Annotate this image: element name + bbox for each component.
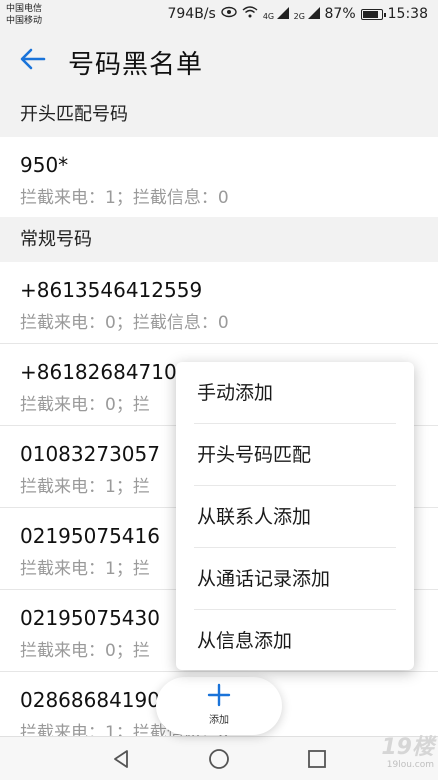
phone-number: +8613546412559 bbox=[20, 278, 203, 302]
network-speed: 794B/s bbox=[167, 6, 216, 22]
add-options-menu: 手动添加 开头号码匹配 从联系人添加 从通话记录添加 从信息添加 bbox=[176, 362, 414, 670]
signal-2g-icon: 2G bbox=[294, 7, 320, 21]
menu-item-add-from-call-log[interactable]: 从通话记录添加 bbox=[194, 548, 396, 610]
battery-icon bbox=[360, 8, 386, 20]
menu-item-add-from-contacts[interactable]: 从联系人添加 bbox=[194, 486, 396, 548]
section-header-prefix: 开头匹配号码 bbox=[0, 92, 438, 137]
navigation-bar: 19楼 19lou.com bbox=[0, 736, 438, 780]
battery-fill bbox=[362, 10, 378, 18]
arrow-left-icon bbox=[20, 48, 46, 70]
carrier-1: 中国电信 bbox=[6, 4, 43, 14]
status-bar: 中国电信 中国移动 794B/s 4G 2G 87% 15:38 bbox=[0, 0, 438, 30]
list-item[interactable]: +8613546412559 拦截来电：0；拦截信息：0 bbox=[0, 262, 438, 344]
page-title: 号码黑名单 bbox=[68, 50, 204, 80]
phone-number: 950* bbox=[20, 153, 69, 177]
nav-back-button[interactable] bbox=[110, 747, 134, 771]
menu-item-manual-add[interactable]: 手动添加 bbox=[194, 362, 396, 424]
recents-square-icon bbox=[308, 750, 326, 768]
block-stats: 拦截来电：0；拦截信息：0 bbox=[20, 313, 229, 333]
menu-item-add-from-messages[interactable]: 从信息添加 bbox=[194, 610, 396, 672]
nav-recents-button[interactable] bbox=[305, 747, 329, 771]
nav-home-button[interactable] bbox=[207, 747, 231, 771]
watermark-small: 19lou.com bbox=[386, 760, 434, 770]
eye-icon bbox=[221, 6, 237, 22]
wifi-icon bbox=[242, 6, 258, 22]
prefix-list: 950* 拦截来电：1；拦截信息：0 bbox=[0, 137, 438, 227]
list-item[interactable]: 950* 拦截来电：1；拦截信息：0 bbox=[0, 137, 438, 227]
home-circle-icon bbox=[209, 749, 229, 769]
signal-4g-icon: 4G bbox=[263, 7, 289, 21]
clock: 15:38 bbox=[387, 6, 428, 22]
battery-percent: 87% bbox=[324, 6, 356, 22]
add-button-label: 添加 bbox=[209, 715, 229, 726]
back-button[interactable] bbox=[18, 44, 48, 74]
status-indicators: 794B/s 4G 2G 87% 15:38 bbox=[167, 6, 428, 22]
watermark-logo: 19楼 19lou.com bbox=[354, 736, 434, 776]
block-stats: 拦截来电：1；拦截信息：0 bbox=[20, 188, 229, 208]
section-header-regular: 常规号码 bbox=[0, 217, 438, 262]
carrier-2: 中国移动 bbox=[6, 16, 43, 26]
signal-2g-label: 2G bbox=[293, 12, 305, 21]
add-button[interactable]: 添加 bbox=[156, 677, 282, 735]
signal-4g-label: 4G bbox=[262, 12, 275, 21]
menu-item-prefix-match[interactable]: 开头号码匹配 bbox=[194, 424, 396, 486]
watermark-big: 19楼 bbox=[381, 735, 434, 760]
back-triangle-icon bbox=[114, 750, 128, 768]
app-bar: 号码黑名单 bbox=[0, 30, 438, 90]
plus-icon bbox=[207, 683, 231, 707]
carrier-labels: 中国电信 中国移动 bbox=[6, 3, 42, 27]
